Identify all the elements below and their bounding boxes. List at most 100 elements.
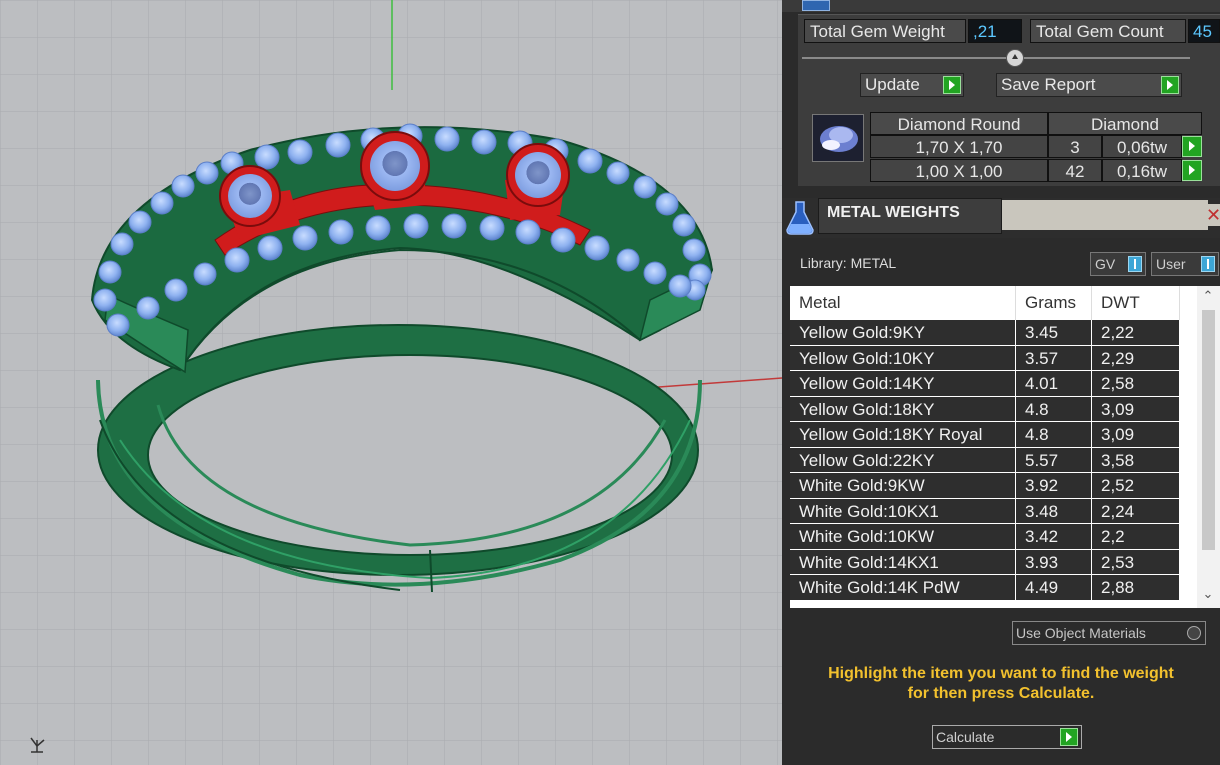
metal-table-scrollbar[interactable]: ⌃ ⌄ <box>1197 286 1220 608</box>
metal-cell-dwt: 2,52 <box>1092 473 1180 499</box>
metal-cell-metal: White Gold:9KW <box>790 473 1016 499</box>
play-arrow-icon <box>1161 76 1179 94</box>
gv-toggle[interactable]: GV <box>1090 252 1146 276</box>
gem-row-size[interactable]: 1,00 X 1,00 <box>870 159 1048 182</box>
toggle-switch-icon <box>1128 256 1142 272</box>
gem-slider-knob[interactable] <box>1006 49 1025 67</box>
gem-table: Diamond Round Diamond 1,70 X 1,70 3 0,06… <box>798 104 1220 186</box>
update-button-label: Update <box>865 75 920 94</box>
metal-cell-dwt: 2,2 <box>1092 524 1180 550</box>
gem-row-size[interactable]: 1,70 X 1,70 <box>870 135 1048 158</box>
metal-cell-grams: 3.93 <box>1016 549 1092 575</box>
use-object-materials-label: Use Object Materials <box>1016 625 1146 641</box>
metal-cell-grams: 3.57 <box>1016 345 1092 371</box>
play-arrow-icon[interactable] <box>1182 136 1202 157</box>
diamond-gem-icon <box>812 114 864 162</box>
metal-cell-dwt: 2,58 <box>1092 371 1180 397</box>
calculate-button[interactable]: Calculate <box>932 725 1082 749</box>
metal-cell-dwt: 2,22 <box>1092 320 1180 346</box>
flask-icon <box>782 198 818 236</box>
metal-cell-metal: White Gold:14K PdW <box>790 575 1016 601</box>
column-header-metal[interactable]: Metal <box>790 286 1016 320</box>
library-label: Library: METAL <box>800 255 897 271</box>
metal-weights-title: METAL WEIGHTS <box>818 198 1002 234</box>
update-button[interactable]: Update <box>860 73 964 97</box>
hint-line-1: Highlight the item you want to find the … <box>828 665 1174 682</box>
gv-toggle-label: GV <box>1095 256 1116 272</box>
table-row[interactable]: Yellow Gold:22KY 5.57 3,58 <box>790 447 1197 473</box>
gem-row-weight[interactable]: 0,06tw <box>1102 135 1182 158</box>
metal-cell-dwt: 2,53 <box>1092 549 1180 575</box>
user-toggle-label: User <box>1156 256 1186 272</box>
scroll-down-icon[interactable]: ⌄ <box>1200 586 1216 601</box>
metal-cell-dwt: 3,09 <box>1092 422 1180 448</box>
save-report-button[interactable]: Save Report <box>996 73 1182 97</box>
table-row[interactable]: Yellow Gold:10KY 3.57 2,29 <box>790 345 1197 371</box>
metal-cell-metal: White Gold:14KX1 <box>790 549 1016 575</box>
use-object-materials-option[interactable]: Use Object Materials <box>1012 621 1206 645</box>
gem-row-count[interactable]: 3 <box>1048 135 1102 158</box>
total-gem-weight-label: Total Gem Weight <box>804 19 966 43</box>
table-row[interactable]: Yellow Gold:14KY 4.01 2,58 <box>790 371 1197 397</box>
calculate-button-label: Calculate <box>936 729 995 745</box>
metal-cell-grams: 4.01 <box>1016 371 1092 397</box>
save-report-button-label: Save Report <box>1001 75 1096 94</box>
table-row[interactable]: Yellow Gold:18KY 4.8 3,09 <box>790 396 1197 422</box>
column-header-grams[interactable]: Grams <box>1016 286 1092 320</box>
scrollbar-thumb[interactable] <box>1202 310 1215 550</box>
gem-metal-panel: Total Gem Weight ,21 Total Gem Count 45 … <box>782 0 1220 765</box>
gem-slider-track[interactable] <box>802 57 1190 59</box>
metal-cell-grams: 3.42 <box>1016 524 1092 550</box>
metal-weights-header: METAL WEIGHTS ✕ <box>782 198 1220 238</box>
play-arrow-icon[interactable] <box>1182 160 1202 181</box>
close-icon[interactable]: ✕ <box>1206 204 1220 226</box>
metal-cell-metal: Yellow Gold:18KY Royal <box>790 422 1016 448</box>
table-row[interactable]: Yellow Gold:9KY 3.45 2,22 <box>790 320 1197 346</box>
metal-cell-grams: 3.92 <box>1016 473 1092 499</box>
3d-viewport[interactable] <box>0 0 782 765</box>
hint-line-2: for then press Calculate. <box>907 685 1095 702</box>
radio-button-icon[interactable] <box>1187 626 1201 640</box>
metal-cell-grams: 4.8 <box>1016 396 1092 422</box>
column-header-dwt[interactable]: DWT <box>1092 286 1180 320</box>
report-icon[interactable] <box>802 0 830 11</box>
metal-cell-metal: White Gold:10KW <box>790 524 1016 550</box>
total-gem-count-label: Total Gem Count <box>1030 19 1186 43</box>
metal-cell-dwt: 2,88 <box>1092 575 1180 601</box>
gem-row-weight[interactable]: 0,16tw <box>1102 159 1182 182</box>
table-row[interactable]: White Gold:9KW 3.92 2,52 <box>790 473 1197 499</box>
metal-cell-dwt: 3,09 <box>1092 396 1180 422</box>
panel-top-bar <box>782 0 1220 12</box>
scroll-up-icon[interactable]: ⌃ <box>1200 288 1216 303</box>
metal-cell-grams: 5.57 <box>1016 447 1092 473</box>
metal-cell-metal: Yellow Gold:9KY <box>790 320 1016 346</box>
metal-cell-metal: Yellow Gold:10KY <box>790 345 1016 371</box>
gem-table-header-shape: Diamond Round <box>870 112 1048 135</box>
table-row[interactable]: White Gold:10KX1 3.48 2,24 <box>790 498 1197 524</box>
metal-cell-dwt: 2,24 <box>1092 498 1180 524</box>
metal-cell-metal: Yellow Gold:22KY <box>790 447 1016 473</box>
total-gem-count-value: 45 <box>1188 19 1220 43</box>
metal-cell-dwt: 3,58 <box>1092 447 1180 473</box>
metal-cell-metal: Yellow Gold:14KY <box>790 371 1016 397</box>
table-row[interactable]: White Gold:14K PdW 4.49 2,88 <box>790 575 1197 601</box>
metal-table-header: Metal Grams DWT <box>790 286 1197 320</box>
table-row[interactable]: White Gold:14KX1 3.93 2,53 <box>790 549 1197 575</box>
gem-table-header-type: Diamond <box>1048 112 1202 135</box>
metal-cell-grams: 3.45 <box>1016 320 1092 346</box>
user-toggle[interactable]: User <box>1151 252 1219 276</box>
play-arrow-icon <box>943 76 961 94</box>
calculate-hint: Highlight the item you want to find the … <box>782 664 1220 704</box>
table-row[interactable]: Yellow Gold:18KY Royal 4.8 3,09 <box>790 422 1197 448</box>
toggle-switch-icon <box>1201 256 1215 272</box>
metal-cell-metal: White Gold:10KX1 <box>790 498 1016 524</box>
gem-summary-section: Total Gem Weight ,21 Total Gem Count 45 … <box>798 14 1220 105</box>
metal-weights-table[interactable]: Metal Grams DWT Yellow Gold:9KY 3.45 2,22 Y… <box>790 286 1220 608</box>
total-gem-weight-value: ,21 <box>968 19 1022 43</box>
metal-cell-dwt: 2,29 <box>1092 345 1180 371</box>
table-row[interactable]: White Gold:10KW 3.42 2,2 <box>790 524 1197 550</box>
viewport-canvas[interactable] <box>0 0 782 765</box>
metal-cell-grams: 3.48 <box>1016 498 1092 524</box>
metal-cell-grams: 4.8 <box>1016 422 1092 448</box>
gem-row-count[interactable]: 42 <box>1048 159 1102 182</box>
